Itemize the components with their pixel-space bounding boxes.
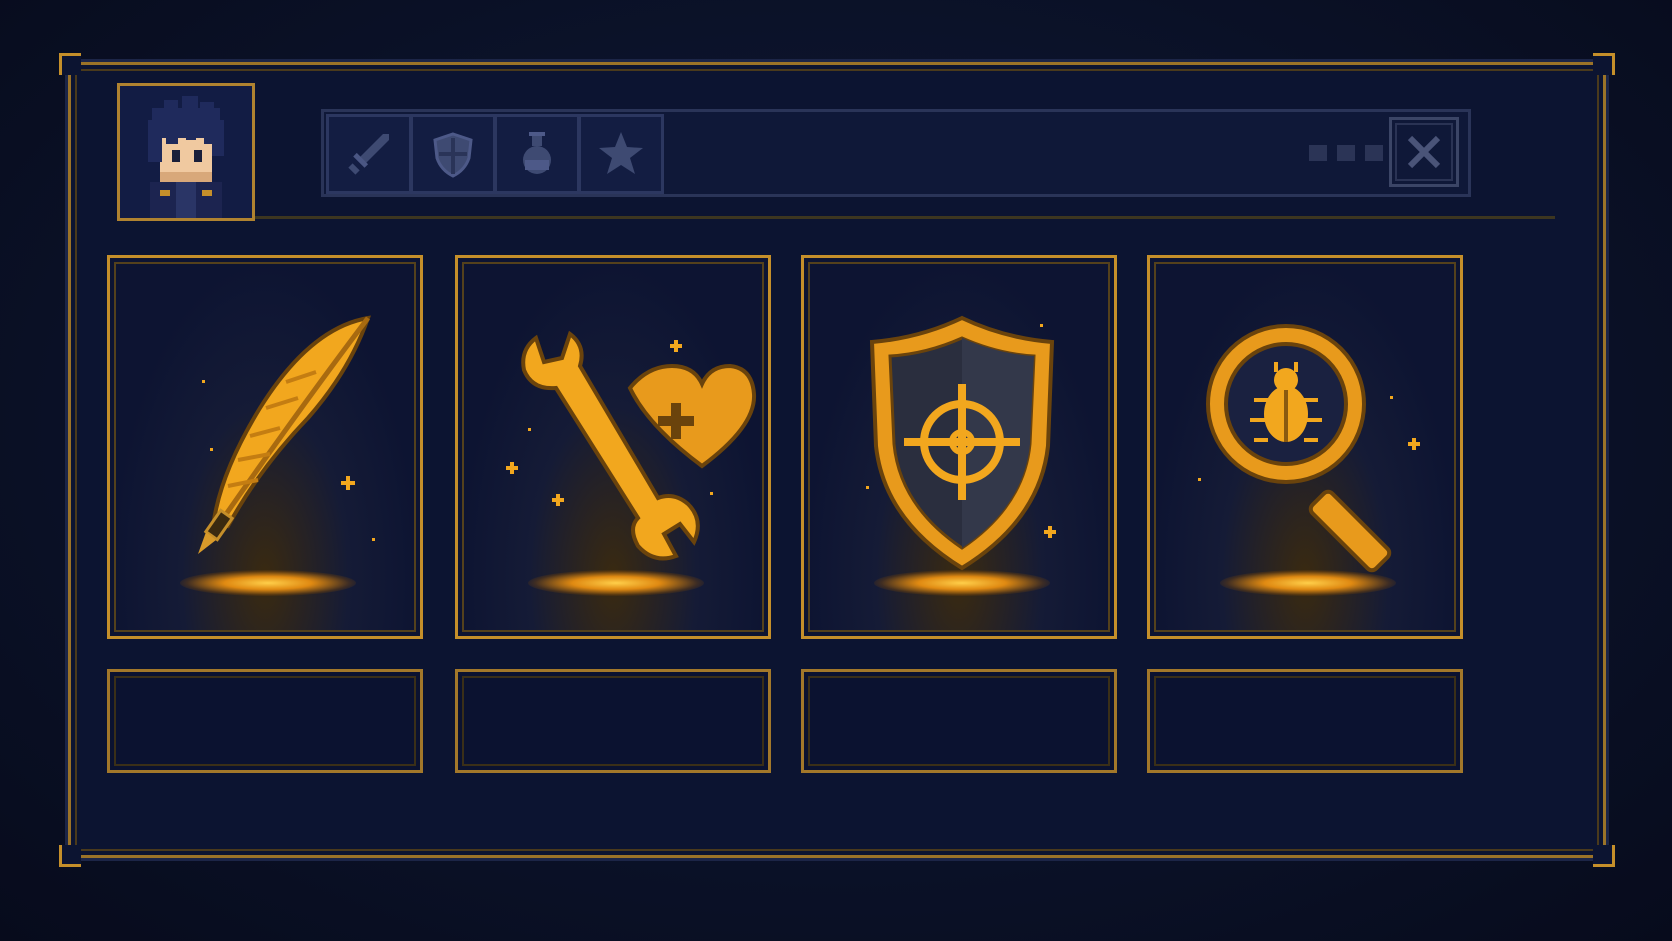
page-dot[interactable] [1309,145,1327,161]
tab-sword[interactable] [326,114,412,194]
tab-potion[interactable] [494,114,580,194]
card-debug[interactable] [1147,255,1463,639]
game-window [59,53,1615,867]
potion-icon [523,132,551,174]
shield-icon [433,132,473,178]
frame-corner [1593,845,1615,867]
card-label-2 [455,669,771,773]
page-dot[interactable] [1365,145,1383,161]
tab-star[interactable] [578,114,664,194]
card-repair-heal[interactable] [455,255,771,639]
avatar[interactable] [117,83,255,221]
wrench-heart-icon [506,330,757,561]
sword-icon [348,134,389,175]
frame-corner [59,53,81,75]
quill-feather-icon [198,315,375,554]
close-button[interactable] [1389,117,1459,187]
card-label-1 [107,669,423,773]
frame-corner [59,845,81,867]
hero-portrait-icon [120,86,252,218]
star-icon [599,132,643,174]
card-defense[interactable] [801,255,1117,639]
card-label-3 [801,669,1117,773]
magnifier-bug-icon [1198,324,1420,573]
shield-target-icon [866,315,1056,571]
tab-strip [321,109,1471,197]
tab-shield[interactable] [410,114,496,194]
page-dot[interactable] [1337,145,1355,161]
card-quill[interactable] [107,255,423,639]
card-label-4 [1147,669,1463,773]
frame-corner [1593,53,1615,75]
close-icon [1407,135,1441,169]
